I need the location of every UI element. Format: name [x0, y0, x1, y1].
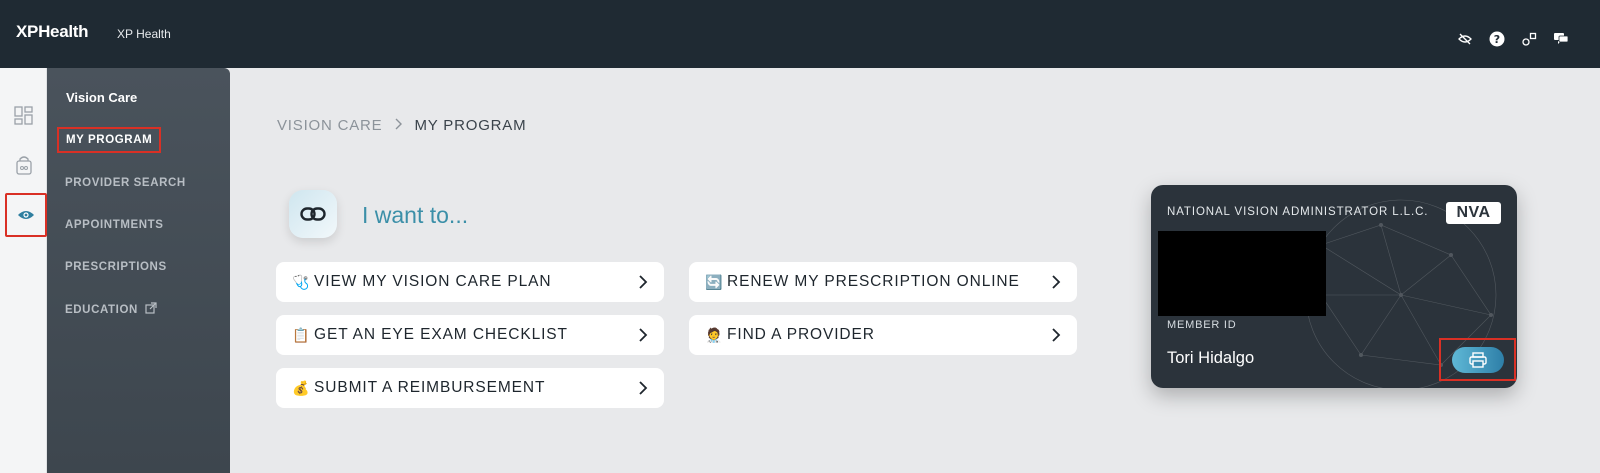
nva-logo: NVA: [1446, 202, 1501, 224]
svg-text:?: ?: [1494, 33, 1500, 46]
breadcrumb-parent[interactable]: VISION CARE: [277, 117, 383, 134]
action-renew-prescription[interactable]: 🔄 RENEW MY PRESCRIPTION ONLINE: [689, 262, 1077, 302]
want-title: I want to...: [362, 202, 469, 228]
link-icon: [289, 190, 337, 238]
action-find-provider[interactable]: 🧑‍⚕️ FIND A PROVIDER: [689, 315, 1077, 355]
bag-icon[interactable]: [6, 147, 42, 183]
chat-icon[interactable]: [1552, 30, 1570, 48]
card-issuer: NATIONAL VISION ADMINISTRATOR L.L.C.: [1167, 206, 1429, 218]
sidebar-item-education[interactable]: EDUCATION: [65, 302, 157, 317]
chevron-right-icon: [639, 275, 648, 289]
eye-off-icon[interactable]: [1456, 30, 1474, 48]
sidebar-item-education-label: EDUCATION: [65, 303, 138, 316]
action-view-vision-care-plan[interactable]: 🩺 VIEW MY VISION CARE PLAN: [276, 262, 664, 302]
breadcrumb-separator: [395, 117, 403, 134]
breadcrumb: VISION CARE MY PROGRAM: [277, 117, 526, 134]
member-id-label: MEMBER ID: [1167, 319, 1237, 331]
printer-icon: [1468, 351, 1487, 368]
action-label: SUBMIT A REIMBURSEMENT: [314, 379, 546, 396]
print-button[interactable]: [1451, 346, 1504, 373]
chevron-right-icon: [639, 381, 648, 395]
action-label: FIND A PROVIDER: [727, 326, 875, 343]
action-label: GET AN EYE EXAM CHECKLIST: [314, 326, 568, 343]
doctor-icon: 🧑‍⚕️: [705, 326, 723, 343]
action-submit-reimbursement[interactable]: 💰 SUBMIT A REIMBURSEMENT: [276, 368, 664, 408]
app-logo[interactable]: XPHealth: [16, 22, 89, 42]
chevron-right-icon: [1052, 328, 1061, 342]
refresh-icon: 🔄: [705, 273, 723, 290]
help-icon[interactable]: ?: [1488, 30, 1506, 48]
sidebar: Vision Care MY PROGRAM PROVIDER SEARCH A…: [47, 68, 230, 473]
money-bag-icon: 💰: [292, 379, 310, 396]
print-button-highlight: [1439, 338, 1516, 381]
redacted-block: [1158, 231, 1326, 316]
clipboard-icon: 📋: [292, 326, 310, 343]
chevron-right-icon: [1052, 275, 1061, 289]
top-icons: ?: [1456, 30, 1570, 48]
shapes-icon[interactable]: [1520, 30, 1538, 48]
action-label: VIEW MY VISION CARE PLAN: [314, 273, 552, 290]
stethoscope-icon: 🩺: [292, 273, 310, 290]
eye-icon[interactable]: [5, 193, 47, 237]
external-link-icon: [145, 302, 157, 317]
sidebar-heading: Vision Care: [66, 90, 138, 105]
action-label: RENEW MY PRESCRIPTION ONLINE: [727, 273, 1020, 290]
sidebar-item-prescriptions[interactable]: PRESCRIPTIONS: [65, 261, 167, 273]
app-title: XP Health: [117, 27, 171, 41]
member-name: Tori Hidalgo: [1167, 349, 1255, 367]
sidebar-item-provider-search[interactable]: PROVIDER SEARCH: [65, 177, 186, 189]
breadcrumb-current: MY PROGRAM: [414, 117, 527, 134]
dashboard-icon[interactable]: [6, 98, 42, 134]
chevron-right-icon: [639, 328, 648, 342]
sidebar-item-my-program[interactable]: MY PROGRAM: [57, 127, 162, 153]
left-rail: [0, 68, 47, 473]
top-bar: XPHealth XP Health ?: [0, 0, 1600, 68]
sidebar-item-appointments[interactable]: APPOINTMENTS: [65, 219, 164, 231]
action-eye-exam-checklist[interactable]: 📋 GET AN EYE EXAM CHECKLIST: [276, 315, 664, 355]
member-card: NATIONAL VISION ADMINISTRATOR L.L.C. NVA…: [1151, 185, 1517, 388]
